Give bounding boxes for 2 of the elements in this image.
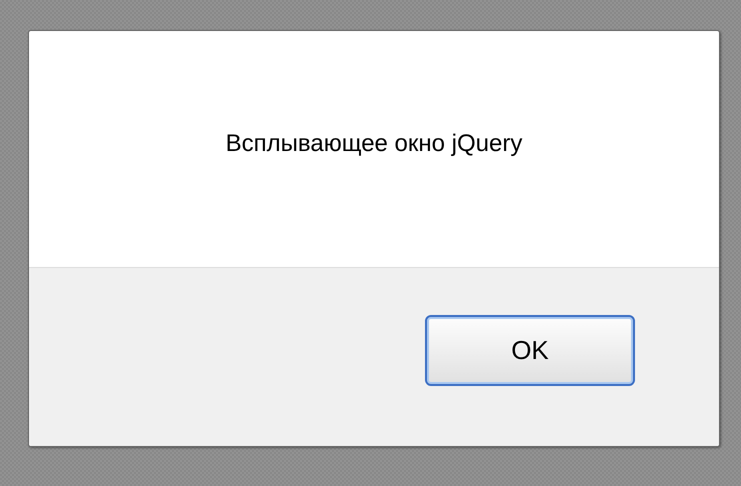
ok-button[interactable]: OK <box>425 315 635 386</box>
dialog-message: Всплывающее окно jQuery <box>226 130 522 158</box>
